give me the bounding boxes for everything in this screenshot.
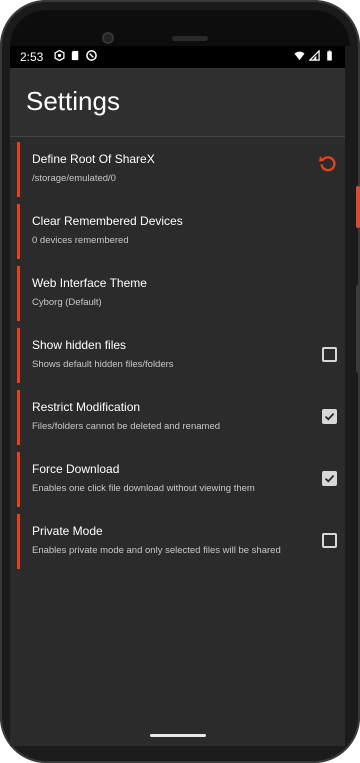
force-download-checkbox[interactable]	[322, 471, 337, 486]
setting-subtitle: Files/folders cannot be deleted and rena…	[32, 421, 221, 432]
setting-subtitle: Shows default hidden files/folders	[32, 359, 174, 370]
front-camera	[102, 32, 114, 44]
setting-title: Restrict Modification	[32, 400, 141, 414]
setting-subtitle: Cyborg (Default)	[32, 297, 102, 308]
setting-force-download[interactable]: Force Download Enables one click file do…	[17, 452, 345, 507]
signal-icon	[309, 50, 320, 61]
setting-title: Web Interface Theme	[32, 276, 147, 290]
earpiece-speaker	[172, 36, 208, 41]
setting-define-root[interactable]: Define Root Of ShareX /storage/emulated/…	[17, 142, 345, 197]
sd-card-icon	[71, 50, 79, 61]
setting-title: Define Root Of ShareX	[32, 152, 155, 166]
status-system-icons	[294, 50, 335, 61]
check-icon	[324, 474, 335, 483]
setting-restrict-modification[interactable]: Restrict Modification Files/folders cann…	[17, 390, 345, 445]
top-bezel	[10, 10, 350, 46]
show-hidden-checkbox[interactable]	[322, 347, 337, 362]
setting-subtitle: Enables one click file download without …	[32, 483, 255, 494]
battery-icon	[327, 50, 332, 61]
settings-icon	[54, 50, 65, 61]
setting-title: Show hidden files	[32, 338, 127, 352]
setting-web-theme[interactable]: Web Interface Theme Cyborg (Default)	[17, 266, 345, 321]
setting-title: Force Download	[32, 462, 120, 476]
home-gesture-bar[interactable]	[150, 734, 206, 737]
restrict-modification-checkbox[interactable]	[322, 409, 337, 424]
page-title: Settings	[26, 86, 120, 116]
setting-subtitle: Enables private mode and only selected f…	[32, 545, 281, 556]
setting-title: Private Mode	[32, 524, 103, 538]
screen: 2:53 Settings Define Root Of ShareX /sto…	[10, 46, 345, 746]
setting-clear-devices[interactable]: Clear Remembered Devices 0 devices remem…	[17, 204, 345, 259]
power-button	[356, 186, 360, 228]
status-time: 2:53	[20, 50, 44, 64]
setting-private-mode[interactable]: Private Mode Enables private mode and on…	[17, 514, 345, 569]
check-icon	[324, 412, 335, 421]
reset-icon[interactable]	[317, 152, 339, 174]
setting-subtitle: 0 devices remembered	[32, 235, 129, 246]
volume-button	[356, 285, 360, 373]
settings-list: Define Root Of ShareX /storage/emulated/…	[17, 142, 345, 576]
private-mode-checkbox[interactable]	[322, 533, 337, 548]
app-bar: Settings	[10, 68, 345, 137]
sync-icon	[86, 50, 97, 61]
setting-subtitle: /storage/emulated/0	[32, 173, 116, 184]
wifi-icon	[294, 51, 305, 61]
setting-show-hidden[interactable]: Show hidden files Shows default hidden f…	[17, 328, 345, 383]
status-bar: 2:53	[10, 46, 345, 68]
setting-title: Clear Remembered Devices	[32, 214, 183, 228]
status-notification-icons	[54, 50, 97, 61]
phone-frame: 2:53 Settings Define Root Of ShareX /sto…	[0, 0, 360, 763]
